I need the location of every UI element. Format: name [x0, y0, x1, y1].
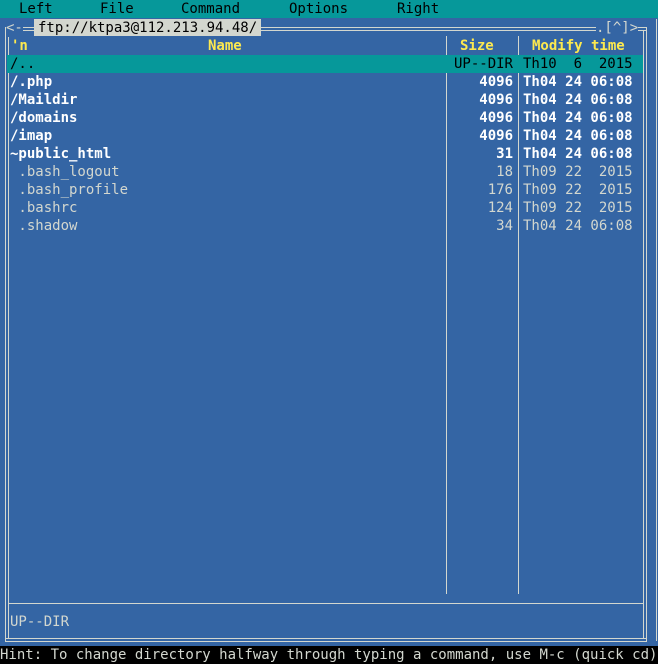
- frame-bottom-outer: [5, 641, 647, 642]
- file-modify-time: Th04 24 06:08: [523, 92, 633, 108]
- frame-left-outer: [5, 27, 6, 641]
- panel-path[interactable]: ftp://ktpa3@112.213.94.48/: [34, 19, 262, 36]
- file-modify-time: Th04 24 06:08: [523, 128, 633, 144]
- file-size: UP--DIR: [453, 56, 513, 72]
- file-name: /..: [10, 56, 36, 72]
- panel-left-arrow[interactable]: <-: [6, 19, 23, 37]
- file-modify-time: Th09 22 2015: [523, 164, 633, 180]
- file-row[interactable]: /imap 4096 Th04 24 06:08: [7, 127, 643, 145]
- file-row[interactable]: .bash_profile 176 Th09 22 2015: [7, 181, 643, 199]
- menu-bar: Left File Command Options Right: [0, 0, 658, 18]
- file-modify-time: Th04 24 06:08: [523, 74, 633, 90]
- file-row[interactable]: .bash_logout 18 Th09 22 2015: [7, 163, 643, 181]
- file-size: 34: [496, 218, 513, 234]
- frame-right-outer: [646, 27, 647, 641]
- file-modify-time: Th10 6 2015: [523, 56, 633, 72]
- file-name: /Maildir: [10, 92, 78, 108]
- file-row[interactable]: /.. UP--DIR Th10 6 2015: [7, 55, 643, 73]
- file-size: 31: [496, 146, 513, 162]
- menu-options[interactable]: Options: [289, 0, 348, 18]
- file-name: .bash_profile: [10, 182, 129, 198]
- file-row[interactable]: /domains 4096 Th04 24 06:08: [7, 109, 643, 127]
- file-size: 4096: [479, 110, 513, 126]
- file-modify-time: Th09 22 2015: [523, 200, 633, 216]
- file-row[interactable]: /Maildir 4096 Th04 24 06:08: [7, 91, 643, 109]
- file-row[interactable]: .shadow 34 Th04 24 06:08: [7, 217, 643, 235]
- file-size: 18: [496, 164, 513, 180]
- frame-right-inner: [643, 30, 644, 638]
- frame-bottom-inner: [5, 638, 647, 639]
- panel-scroll-marks[interactable]: .[^]>: [596, 19, 639, 37]
- file-row[interactable]: ~public_html 31 Th04 24 06:08: [7, 145, 643, 163]
- header-name[interactable]: Name: [208, 37, 242, 55]
- file-modify-time: Th09 22 2015: [523, 182, 633, 198]
- file-size: 4096: [479, 128, 513, 144]
- header-size[interactable]: Size: [460, 37, 494, 55]
- file-name: .bashrc: [10, 200, 78, 216]
- file-modify-time: Th04 24 06:08: [523, 146, 633, 162]
- file-name: .shadow: [10, 218, 78, 234]
- file-size: 4096: [479, 74, 513, 90]
- file-modify-time: Th04 24 06:08: [523, 218, 633, 234]
- status-separator: [8, 603, 644, 604]
- file-size: 124: [487, 200, 513, 216]
- menu-file[interactable]: File: [100, 0, 134, 18]
- file-name: ~public_html: [10, 146, 112, 162]
- menu-right[interactable]: Right: [397, 0, 439, 18]
- menu-left[interactable]: Left: [19, 0, 53, 18]
- hint-bar: Hint: To change directory halfway throug…: [0, 646, 658, 664]
- file-row[interactable]: /.php 4096 Th04 24 06:08: [7, 73, 643, 91]
- status-line: UP--DIR: [10, 614, 70, 630]
- file-size: 176: [487, 182, 513, 198]
- right-panel-edge: [656, 19, 657, 641]
- file-name: .bash_logout: [10, 164, 120, 180]
- file-modify-time: Th04 24 06:08: [523, 110, 633, 126]
- file-name: /domains: [10, 110, 78, 126]
- sort-indicator[interactable]: 'n: [11, 37, 28, 55]
- header-modify-time[interactable]: Modify time: [532, 37, 625, 55]
- file-row[interactable]: .bashrc 124 Th09 22 2015: [7, 199, 643, 217]
- file-name: /.php: [10, 74, 53, 90]
- file-name: /imap: [10, 128, 53, 144]
- menu-command[interactable]: Command: [181, 0, 240, 18]
- file-size: 4096: [479, 92, 513, 108]
